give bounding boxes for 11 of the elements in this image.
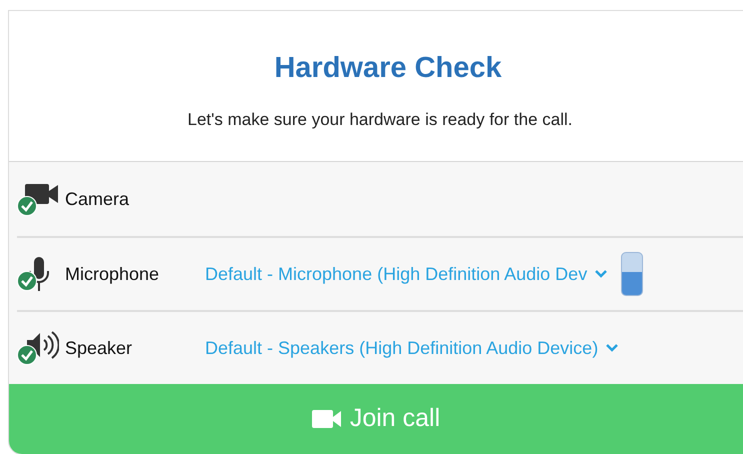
device-label: Camera xyxy=(65,188,130,210)
join-call-button[interactable]: Join call xyxy=(9,384,743,454)
device-dropdown[interactable]: Default - Speakers (High Definition Audio Device) xyxy=(205,334,618,362)
subtitle: Let's make sure your hardware is ready for the call. xyxy=(188,108,572,130)
video-camera-icon xyxy=(312,409,342,429)
device-dropdown[interactable]: Default - Microphone (High Definition Audio Dev xyxy=(205,260,608,288)
device-label: Speaker xyxy=(65,336,134,360)
chevron-down-icon xyxy=(595,270,608,278)
chevron-down-icon xyxy=(606,344,618,352)
device-label: Microphone xyxy=(65,262,160,286)
dialog-title: Hardware Check xyxy=(274,51,502,86)
